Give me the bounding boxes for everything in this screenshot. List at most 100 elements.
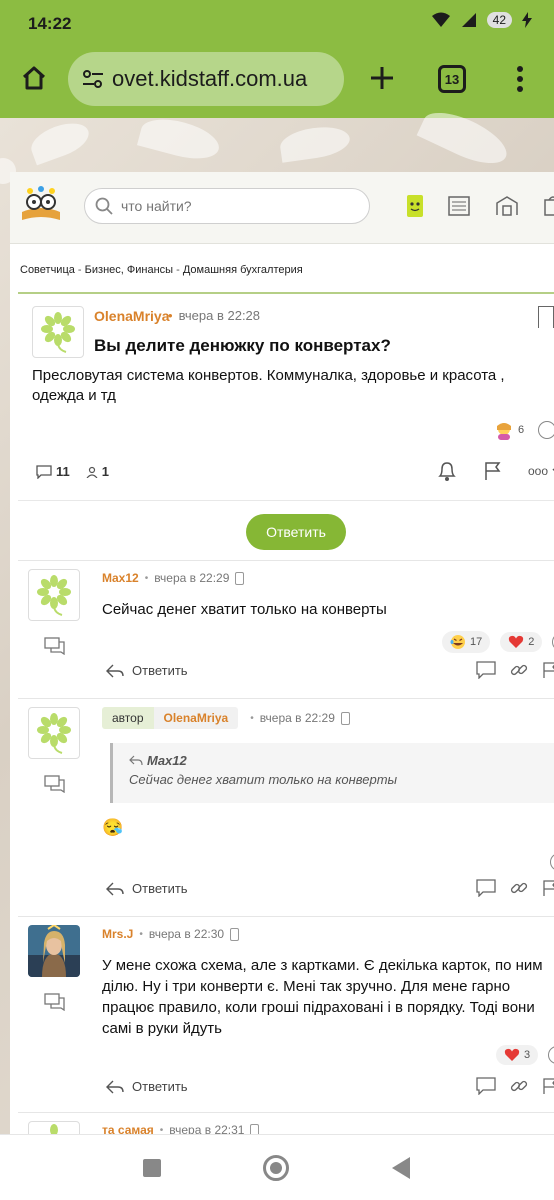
- topic-post: OlenaMriya • вчера в 22:28 Вы делите деню…: [18, 292, 554, 582]
- bullet: •: [139, 928, 143, 940]
- topic-time-text: вчера в 22:28: [178, 308, 261, 323]
- post-author[interactable]: та самая: [102, 1123, 154, 1134]
- post-author[interactable]: Mrs.J: [102, 927, 133, 941]
- background-ornament: [136, 112, 224, 166]
- flag-icon[interactable]: [484, 461, 502, 481]
- post-author[interactable]: Max12: [102, 571, 139, 585]
- reply-arrow-icon: [129, 755, 143, 766]
- profile-icon[interactable]: [402, 192, 428, 220]
- reply-action[interactable]: Ответить: [106, 663, 188, 678]
- signal-icon: [461, 13, 476, 27]
- bell-icon[interactable]: [436, 460, 458, 482]
- post-header: Mrs.J • вчера в 22:30: [102, 927, 240, 941]
- avatar[interactable]: [28, 569, 80, 621]
- flag-icon[interactable]: [542, 661, 554, 679]
- topic-time: • вчера в 22:28: [168, 308, 260, 323]
- new-tab-button[interactable]: [364, 60, 400, 96]
- reaction-count: 6: [518, 424, 525, 436]
- store-icon[interactable]: [494, 192, 520, 220]
- status-time: 14:22: [28, 14, 72, 33]
- bookmark-icon[interactable]: [538, 306, 554, 328]
- comment-post: авторOlenaMriya • вчера в 22:29 2 Max12 …: [18, 698, 554, 916]
- system-navigation-bar: [0, 1134, 554, 1200]
- add-reaction-icon[interactable]: [550, 853, 554, 871]
- tab-switcher-button[interactable]: 13: [438, 65, 466, 93]
- participants-stat: 1: [86, 464, 109, 479]
- comment-icon[interactable]: [476, 1077, 496, 1095]
- avatar[interactable]: [28, 925, 80, 977]
- breadcrumb-item[interactable]: Бизнес, Финансы: [85, 264, 173, 276]
- home-button[interactable]: [16, 60, 52, 96]
- reply-action[interactable]: Ответить: [106, 1079, 188, 1094]
- post-text: Сейчас денег хватит только на конверты: [102, 601, 387, 618]
- search-input[interactable]: [121, 198, 351, 214]
- breadcrumb: Советчица - Бизнес, Финансы - Домашняя б…: [20, 264, 303, 276]
- post-tools: [476, 1077, 554, 1095]
- browser-menu-button[interactable]: [508, 62, 532, 96]
- home-nav-button[interactable]: [263, 1155, 289, 1181]
- post-header: Max12 • вчера в 22:29: [102, 571, 245, 585]
- breadcrumb-separator: -: [74, 264, 85, 276]
- chat-icon[interactable]: [44, 775, 66, 793]
- reaction-pill[interactable]: 3: [496, 1045, 539, 1065]
- add-reaction-icon[interactable]: [548, 1046, 554, 1064]
- flower-avatar-icon: [37, 575, 71, 616]
- post-time: вчера в 22:31: [169, 1123, 245, 1134]
- reaction-pill[interactable]: 2: [500, 632, 543, 652]
- heart-emoji-icon: [504, 1048, 520, 1061]
- author-badge: автор: [102, 707, 154, 729]
- phone-icon: [230, 927, 240, 941]
- background-ornament: [26, 116, 94, 166]
- facepalm-emoji-icon: [497, 423, 511, 440]
- avatar[interactable]: [28, 707, 80, 759]
- post-author[interactable]: OlenaMriya: [153, 707, 239, 729]
- flower-avatar-icon: [37, 713, 71, 754]
- post-time: вчера в 22:30: [148, 927, 225, 941]
- bullet: •: [250, 712, 254, 724]
- breadcrumb-item[interactable]: Домашняя бухгалтерия: [183, 264, 303, 276]
- quote-block: Max12 Сейчас денег хватит только на конв…: [110, 743, 554, 803]
- post-text: У мене схожа схема, але з картками. Є де…: [102, 957, 543, 1037]
- phone-icon: [340, 711, 350, 725]
- cart-icon[interactable]: [540, 192, 554, 220]
- back-button[interactable]: [392, 1157, 410, 1179]
- browser-chrome: 14:22 42 ovet.kidstaff.com.ua 13: [0, 0, 554, 118]
- reaction-pill[interactable]: 17: [442, 631, 491, 653]
- link-icon[interactable]: [510, 661, 528, 679]
- add-reaction-icon[interactable]: [538, 421, 554, 439]
- reply-button[interactable]: Ответить: [246, 514, 346, 550]
- divider: [18, 500, 554, 501]
- topic-reactions[interactable]: 6: [494, 420, 554, 440]
- news-icon[interactable]: [446, 192, 472, 220]
- breadcrumb-separator: -: [173, 264, 183, 276]
- topic-tools: ooo: [436, 460, 554, 482]
- flag-icon[interactable]: [542, 1077, 554, 1095]
- bullet: •: [168, 308, 173, 323]
- avatar[interactable]: [32, 306, 84, 358]
- menu-dot: [517, 76, 523, 82]
- comment-icon[interactable]: [476, 879, 496, 897]
- site-settings-icon[interactable]: [80, 66, 106, 92]
- address-bar[interactable]: ovet.kidstaff.com.ua: [68, 52, 344, 106]
- bullet: •: [144, 572, 149, 584]
- breadcrumb-item[interactable]: Советчица: [20, 264, 75, 276]
- site-logo[interactable]: [20, 186, 62, 222]
- topic-author[interactable]: OlenaMriya: [94, 308, 169, 324]
- comment-icon[interactable]: [476, 661, 496, 679]
- reply-arrow-icon: [106, 664, 124, 677]
- reply-action[interactable]: Ответить: [106, 881, 188, 896]
- recents-button[interactable]: [143, 1159, 161, 1177]
- post-reactions: 17 2: [442, 631, 554, 653]
- link-icon[interactable]: [510, 1077, 528, 1095]
- reply-label: Ответить: [132, 663, 188, 678]
- search-box[interactable]: [84, 188, 370, 224]
- avatar[interactable]: [28, 1121, 80, 1134]
- flower-avatar-icon: [41, 312, 75, 353]
- link-icon[interactable]: [510, 879, 528, 897]
- flag-icon[interactable]: [542, 879, 554, 897]
- url-text[interactable]: ovet.kidstaff.com.ua: [112, 66, 340, 92]
- chat-icon[interactable]: [44, 637, 66, 655]
- more-button[interactable]: ooo: [528, 464, 554, 478]
- user-photo-avatar: [28, 925, 80, 977]
- chat-icon[interactable]: [44, 993, 66, 1011]
